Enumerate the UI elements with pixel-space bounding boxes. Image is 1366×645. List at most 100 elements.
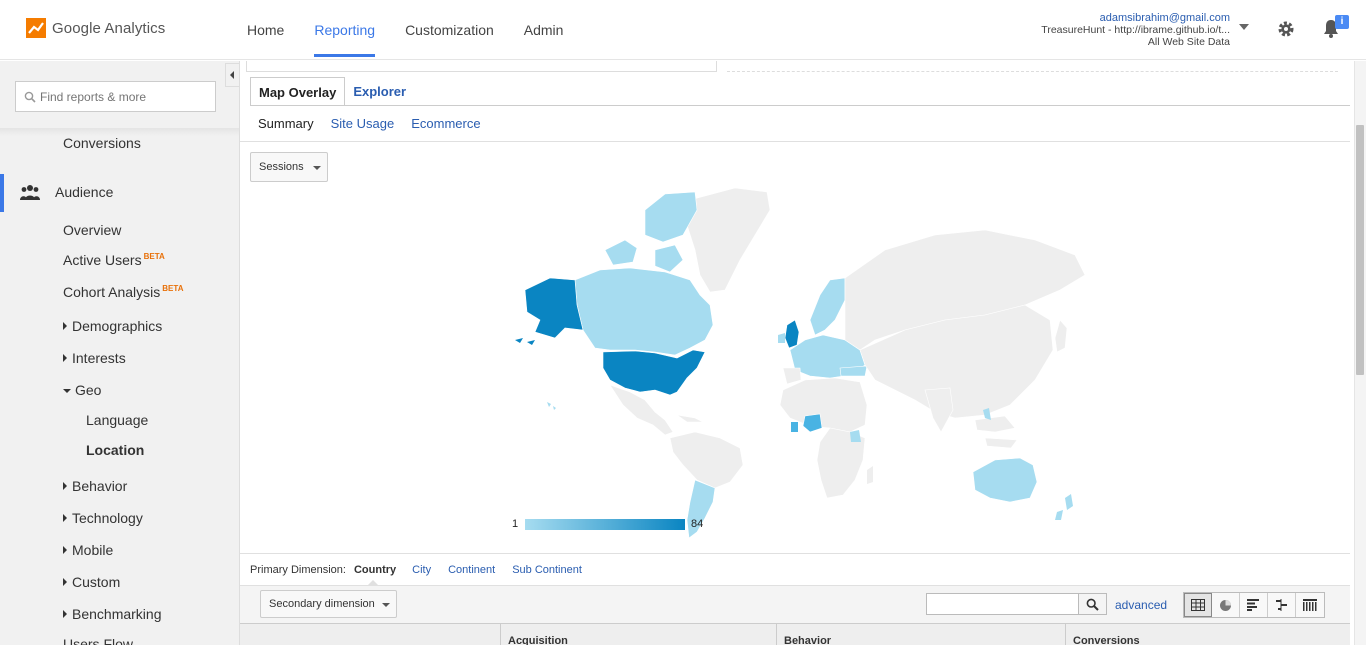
sidebar-item-language[interactable]: Language [86,412,148,428]
dimension-continent[interactable]: Continent [448,564,495,576]
expand-arrow-icon [63,322,67,330]
comparison-icon [1276,599,1287,611]
table-view-switcher [1183,592,1325,618]
account-selector[interactable]: adamsibrahim@gmail.com TreasureHunt - ht… [1041,12,1230,48]
nav-home[interactable]: Home [247,22,284,38]
sidebar-item-users-flow[interactable]: Users Flow [63,636,133,645]
sidebar-item-geo[interactable]: Geo [63,382,101,398]
map-region-uk [784,319,800,349]
pivot-view-button[interactable] [1296,593,1324,617]
account-dropdown-icon[interactable] [1239,24,1249,30]
tabs-divider [250,105,1350,106]
notification-badge: i [1335,15,1349,29]
dimension-sub-continent[interactable]: Sub Continent [512,564,582,576]
map-region-kenya [850,430,861,442]
map-region-southeast-asia [974,415,1018,449]
pie-chart-view-button[interactable] [1212,593,1240,617]
map-region-new-zealand [1055,494,1073,520]
secondary-dimension-dropdown[interactable]: Secondary dimension [260,590,397,618]
expand-arrow-icon [63,354,67,362]
legend-min-value: 1 [512,518,519,530]
sidebar-item-interests[interactable]: Interests [63,350,126,366]
metric-select[interactable]: Sessions [250,152,328,182]
active-section-indicator [0,174,4,212]
custom-label: Custom [72,574,121,590]
map-region-india [924,387,954,433]
pivot-table-icon [1303,599,1317,611]
benchmarking-label: Benchmarking [72,606,162,622]
cohort-analysis-label: Cohort Analysis [63,284,161,300]
comparison-view-button[interactable] [1268,593,1296,617]
nav-reporting[interactable]: Reporting [314,22,375,57]
tab-map-overlay[interactable]: Map Overlay [250,77,346,106]
technology-label: Technology [72,510,143,526]
sidebar-item-technology[interactable]: Technology [63,510,143,526]
sidebar-item-behavior[interactable]: Behavior [63,478,127,494]
chevron-down-icon [382,603,390,607]
report-header-box [246,61,717,72]
subtab-site-usage[interactable]: Site Usage [331,116,395,131]
map-divider [240,553,1350,554]
expand-arrow-icon [63,514,67,522]
expand-arrow-icon [63,482,67,490]
subtab-summary[interactable]: Summary [258,116,314,131]
search-icon [24,91,36,103]
performance-view-button[interactable] [1240,593,1268,617]
sidebar-item-active-users[interactable]: Active Users BETA [63,252,165,268]
sidebar-item-demographics[interactable]: Demographics [63,318,162,334]
sidebar-item-custom[interactable]: Custom [63,574,120,590]
dimension-city[interactable]: City [412,564,431,576]
nav-customization[interactable]: Customization [405,22,494,38]
primary-dimension-selector: Primary Dimension: Country City Continen… [250,564,599,576]
map-region-ghana [791,422,798,432]
sidebar-item-mobile[interactable]: Mobile [63,542,113,558]
map-region-alaska [524,277,584,339]
map-region-iberia [782,367,802,385]
map-region-scandinavia [809,277,846,336]
scrollbar-thumb[interactable] [1356,125,1364,375]
tab-explorer[interactable]: Explorer [345,77,414,106]
subtab-ecommerce[interactable]: Ecommerce [411,116,480,131]
dimension-country[interactable]: Country [354,564,396,576]
legend-max-value: 84 [691,518,704,530]
sidebar-item-cohort-analysis[interactable]: Cohort Analysis BETA [63,284,183,300]
report-search-input[interactable] [40,89,200,104]
app-name: Google Analytics [52,19,166,37]
sidebar-item-overview[interactable]: Overview [63,222,121,238]
map-region-nigeria [802,413,823,433]
advanced-filter-link[interactable]: advanced [1115,598,1167,612]
demographics-label: Demographics [72,318,163,334]
sidebar-item-benchmarking[interactable]: Benchmarking [63,606,162,622]
ga-logo[interactable]: Google Analytics [26,18,165,38]
behavior-label: Behavior [72,478,128,494]
data-table-view-button[interactable] [1184,593,1212,617]
account-email: adamsibrahim@gmail.com [1099,12,1230,24]
chevron-down-icon [313,166,321,170]
sidebar-item-conversions[interactable]: Conversions [63,135,141,151]
sidebar-item-audience[interactable]: Audience [55,184,113,200]
grid-icon [1191,599,1205,611]
primary-dimension-label: Primary Dimension: [250,564,346,576]
column-header-acquisition: Acquisition [508,635,568,645]
world-map[interactable] [505,180,1105,545]
map-region-hawaii [547,402,556,410]
collapse-arrow-icon [63,389,71,393]
metric-select-value: Sessions [259,161,304,173]
expand-arrow-icon [63,546,67,554]
table-search-button[interactable] [1078,593,1107,615]
beta-badge: BETA [162,284,184,293]
sidebar-item-location[interactable]: Location [86,442,144,458]
main-nav: Home Reporting Customization Admin [247,22,593,57]
beta-badge: BETA [143,252,165,261]
sidebar-collapse-button[interactable] [225,63,240,87]
report-search[interactable] [15,81,216,112]
account-property: TreasureHunt - http://ibrame.github.io/t… [1041,24,1230,36]
settings-gear-icon[interactable] [1277,20,1295,43]
map-region-caribbean [676,414,704,423]
table-filter-input[interactable] [926,593,1079,615]
map-region-ireland [778,333,785,343]
audience-people-icon [20,185,40,200]
nav-admin[interactable]: Admin [524,22,564,38]
map-region-arctic-islands [604,191,698,273]
search-icon [1086,598,1099,611]
